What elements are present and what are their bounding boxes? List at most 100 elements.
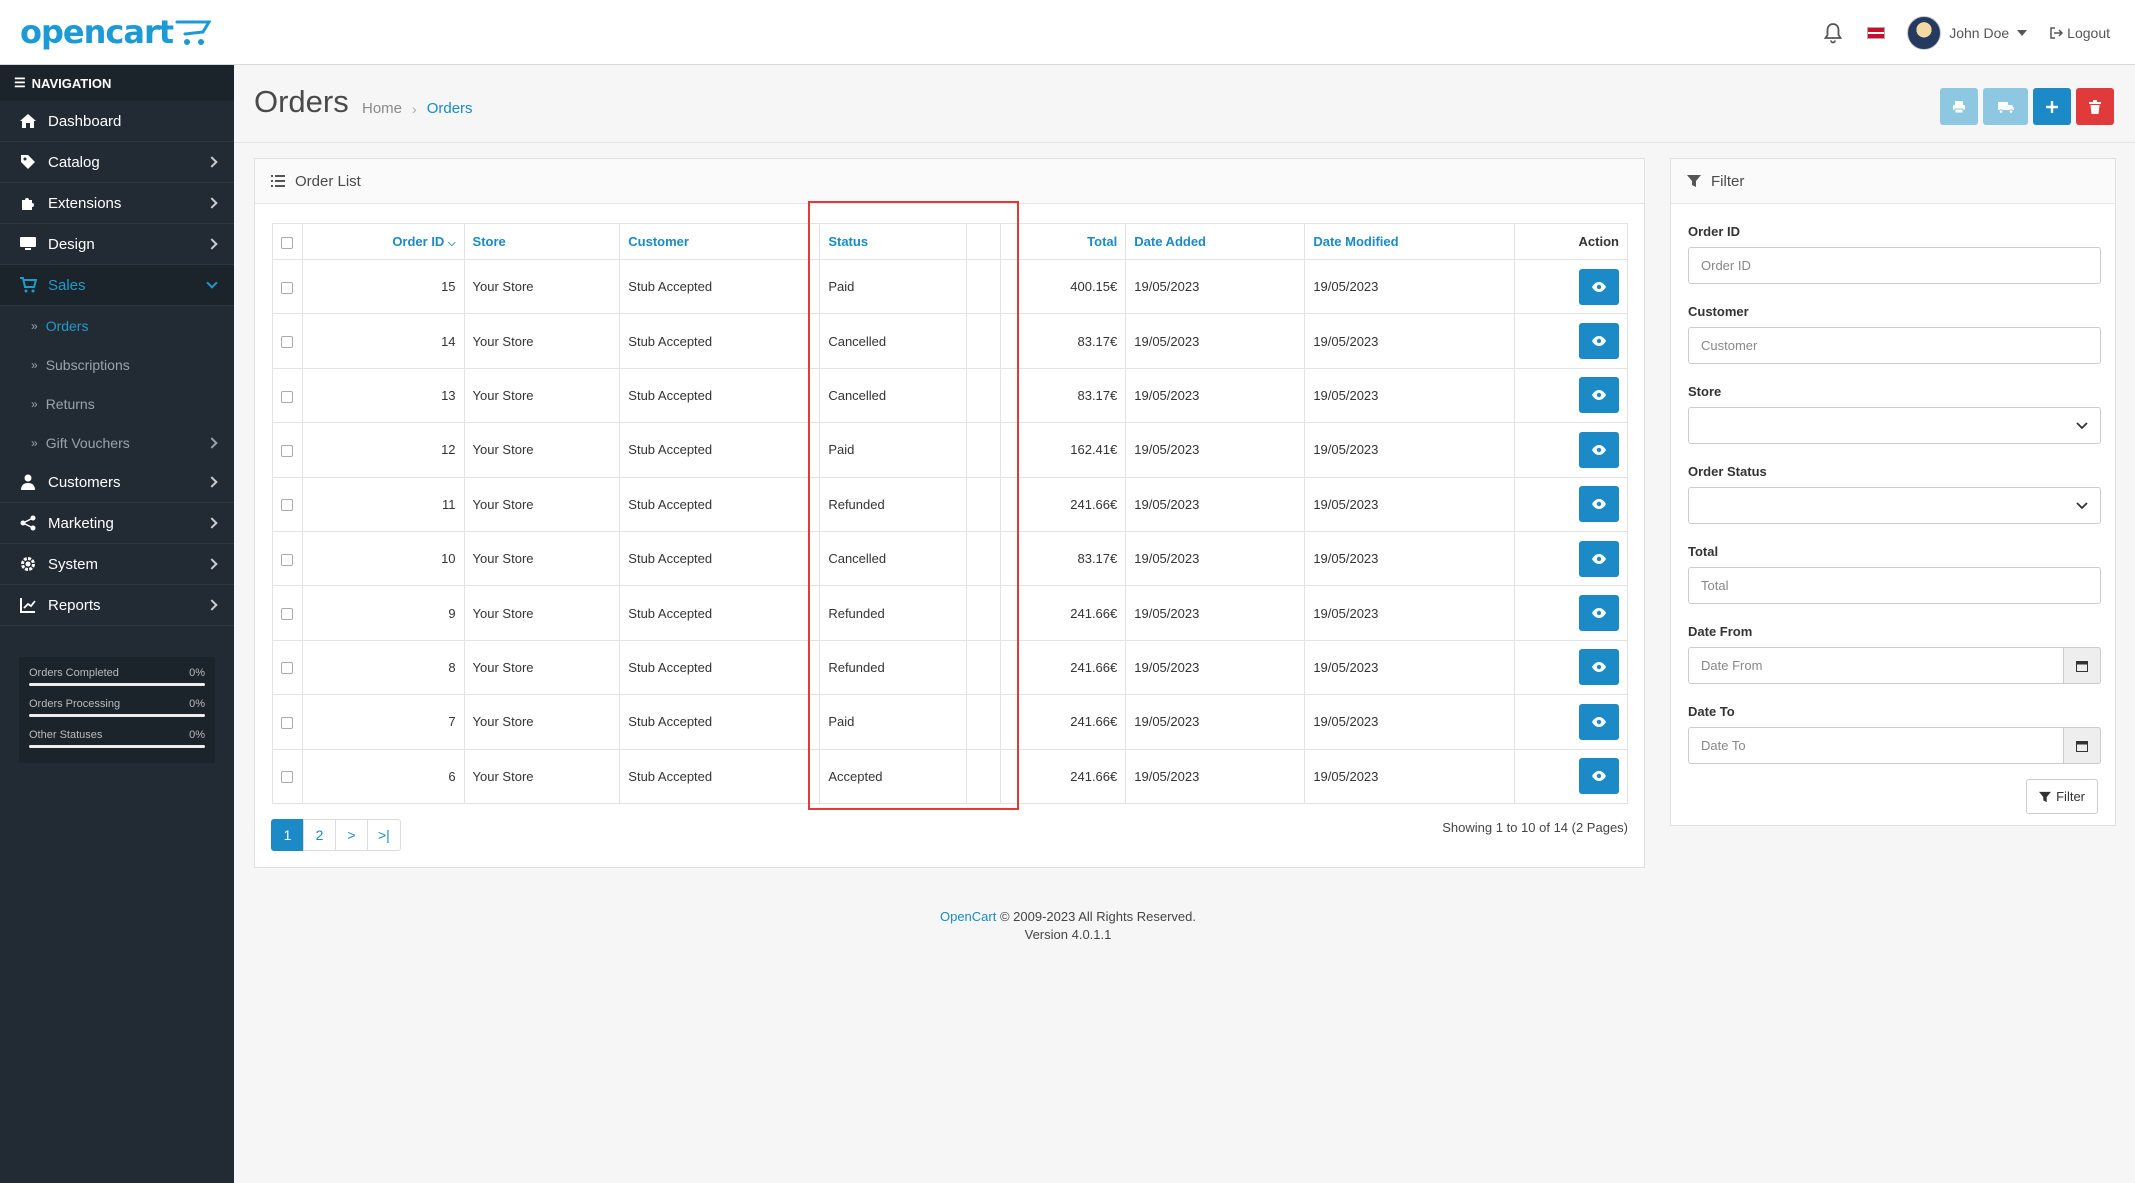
user-menu[interactable]: John Doe: [1907, 15, 2028, 50]
row-checkbox[interactable]: [281, 499, 293, 512]
breadcrumb-orders[interactable]: Orders: [427, 100, 473, 117]
select-all-checkbox[interactable]: [281, 236, 293, 249]
order-id-input[interactable]: Order ID: [1688, 247, 2101, 284]
column-customer[interactable]: Customer: [619, 223, 821, 260]
cell-store: Your Store: [463, 313, 621, 369]
sidebar-subitem-gift-vouchers[interactable]: » Gift Vouchers: [0, 423, 234, 462]
opencart-logo[interactable]: opencart: [20, 10, 212, 54]
column-status[interactable]: Status: [819, 223, 968, 260]
order-id-label: Order ID: [1688, 224, 1741, 239]
cell-customer: Stub Accepted: [619, 694, 821, 750]
bell-icon[interactable]: [1821, 21, 1845, 45]
sidebar-item-design[interactable]: Design: [0, 224, 234, 265]
row-checkbox[interactable]: [281, 608, 293, 621]
cell-date-added: 19/05/2023: [1125, 530, 1306, 587]
column-date-modified[interactable]: Date Modified: [1304, 223, 1516, 260]
view-order-button[interactable]: [1579, 595, 1619, 632]
plus-icon: [2046, 100, 2058, 113]
column-date-added[interactable]: Date Added: [1125, 223, 1306, 260]
view-order-button[interactable]: [1579, 323, 1619, 360]
page-next[interactable]: >: [335, 819, 368, 851]
cell-status: Cancelled: [819, 313, 968, 369]
cell-customer: Stub Accepted: [619, 585, 821, 641]
view-order-button[interactable]: [1579, 703, 1619, 740]
view-order-button[interactable]: [1579, 758, 1619, 795]
table-row: 10 Your Store Stub Accepted Cancelled 83.17€…: [272, 530, 1628, 587]
add-order-button[interactable]: [2033, 88, 2071, 125]
sidebar-item-extensions[interactable]: Extensions: [0, 183, 234, 224]
cell-spacer: [966, 748, 1001, 804]
filter-button[interactable]: Filter: [2026, 779, 2098, 814]
breadcrumb-home[interactable]: Home: [362, 100, 402, 117]
logout-link[interactable]: Logout: [2049, 25, 2110, 41]
cell-store: Your Store: [463, 530, 621, 587]
cell-store: Your Store: [463, 476, 621, 532]
sidebar-item-marketing[interactable]: Marketing: [0, 503, 234, 544]
store-select[interactable]: [1688, 407, 2101, 444]
row-checkbox[interactable]: [281, 390, 293, 403]
print-shipping-button[interactable]: [1983, 88, 2028, 125]
row-checkbox[interactable]: [281, 716, 293, 729]
delete-button[interactable]: [2076, 88, 2114, 125]
footer: OpenCart © 2009-2023 All Rights Reserved…: [234, 908, 1902, 944]
sidebar-item-reports[interactable]: Reports: [0, 585, 234, 626]
column-total[interactable]: Total: [999, 223, 1127, 260]
row-select-cell: [272, 258, 303, 315]
view-order-button[interactable]: [1579, 649, 1619, 686]
breadcrumb: Home › Orders: [362, 100, 473, 117]
sidebar-item-sales[interactable]: Sales: [0, 265, 234, 306]
cell-spacer: [966, 585, 1001, 641]
sidebar-item-dashboard[interactable]: Dashboard: [0, 101, 234, 142]
cell-date-modified: 19/05/2023: [1304, 422, 1516, 478]
chevron-right-icon: [206, 197, 218, 209]
cell-store: Your Store: [463, 639, 621, 696]
view-order-button[interactable]: [1579, 431, 1619, 468]
page-2[interactable]: 2: [303, 819, 336, 851]
row-checkbox[interactable]: [281, 444, 293, 457]
view-order-button[interactable]: [1579, 268, 1619, 305]
column-order-id[interactable]: Order ID ⌵: [301, 223, 465, 260]
column-spacer: [966, 223, 1001, 260]
row-checkbox[interactable]: [281, 281, 293, 294]
date-to-input[interactable]: Date To: [1688, 727, 2064, 764]
view-order-button[interactable]: [1579, 486, 1619, 523]
view-order-button[interactable]: [1579, 377, 1619, 414]
row-checkbox[interactable]: [281, 662, 293, 675]
cell-order-id: 15: [301, 258, 465, 315]
customer-input[interactable]: Customer: [1688, 327, 2101, 364]
sidebar-item-system[interactable]: System: [0, 544, 234, 585]
opencart-link[interactable]: OpenCart: [940, 909, 996, 924]
row-checkbox[interactable]: [281, 771, 293, 784]
chart-icon: [19, 596, 37, 614]
order-status-select[interactable]: [1688, 487, 2101, 524]
cell-action: [1514, 258, 1628, 315]
cell-order-id: 14: [301, 313, 465, 369]
user-icon: [19, 473, 37, 491]
page-1[interactable]: 1: [271, 819, 304, 851]
sidebar-subitem-orders[interactable]: » Orders: [0, 306, 234, 345]
sidebar-subitem-subscriptions[interactable]: » Subscriptions: [0, 345, 234, 384]
calendar-icon[interactable]: [2064, 647, 2101, 684]
progress-bar: [29, 745, 205, 748]
cell-date-added: 19/05/2023: [1125, 313, 1306, 369]
total-input[interactable]: Total: [1688, 567, 2101, 604]
column-store[interactable]: Store: [463, 223, 621, 260]
page-last[interactable]: >|: [367, 819, 401, 851]
date-from-input[interactable]: Date From: [1688, 647, 2064, 684]
cell-status: Paid: [819, 422, 968, 478]
calendar-icon[interactable]: [2064, 727, 2101, 764]
row-checkbox[interactable]: [281, 336, 293, 349]
truck-icon: [1997, 101, 2014, 114]
sidebar-subitem-returns[interactable]: » Returns: [0, 384, 234, 423]
row-checkbox[interactable]: [281, 553, 293, 566]
chevron-right-icon: [206, 436, 218, 449]
sidebar-item-customers[interactable]: Customers: [0, 462, 234, 503]
view-order-button[interactable]: [1579, 540, 1619, 577]
filter-button-label: Filter: [2056, 789, 2085, 804]
sidebar-item-catalog[interactable]: Catalog: [0, 142, 234, 183]
language-flag-icon[interactable]: [1867, 26, 1886, 39]
table-row: 8 Your Store Stub Accepted Refunded 241.66€ 1…: [272, 639, 1628, 696]
print-invoice-button[interactable]: [1940, 88, 1978, 125]
cell-action: [1514, 313, 1628, 369]
cell-action: [1514, 476, 1628, 532]
